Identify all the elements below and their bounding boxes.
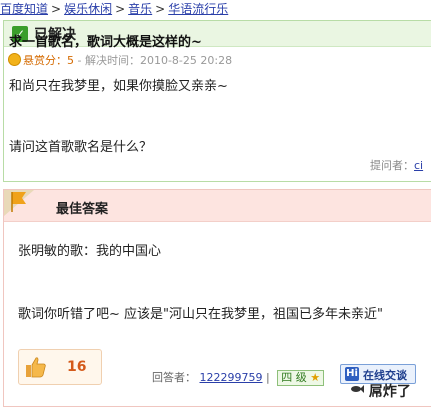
breadcrumb-link-entertainment[interactable]: 娱乐休闲: [64, 2, 112, 16]
answerer-link[interactable]: 122299759: [200, 371, 263, 384]
answer-line2: 歌词你听错了吧~ 应该是"河山只在我梦里，祖国已多年未亲近": [18, 307, 383, 322]
watermark-text: 屌炸了: [368, 384, 411, 400]
like-button[interactable]: 16: [18, 349, 102, 385]
question-body-line2: 请问这首歌歌名是什么？: [9, 140, 153, 155]
star-icon: ★: [310, 371, 321, 384]
resolve-time: - 解决时间：2010-8-25 20:28: [77, 54, 233, 67]
breadcrumb-separator: >: [51, 2, 62, 16]
coin-icon: [8, 53, 21, 66]
level-separator: |: [266, 371, 270, 384]
breadcrumb-link-baidu-zhidao[interactable]: 百度知道: [0, 2, 48, 16]
answer-line1: 张明敏的歌：我的中国心: [18, 244, 162, 259]
breadcrumb-separator: >: [155, 2, 166, 16]
best-answer-title: 最佳答案: [56, 202, 109, 217]
question-body-line1: 和尚只在我梦里，如果你摸脸又亲亲~: [9, 79, 228, 94]
answerer-label: 回答者：: [152, 371, 196, 384]
question-meta: 悬赏分：5 - 解决时间：2010-8-25 20:28: [8, 52, 232, 68]
asker-label: 提问者：: [370, 159, 414, 172]
breadcrumb-separator: >: [115, 2, 126, 16]
flag-icon: [4, 190, 34, 216]
like-count: 16: [67, 359, 87, 375]
best-answer-header: 最佳答案: [4, 190, 431, 222]
asker-info: 提问者：ci: [370, 157, 423, 173]
watermark-logo-icon: [351, 385, 364, 393]
question-title: 求一首歌名，歌词大概是这样的~: [9, 35, 202, 50]
breadcrumb: 百度知道 > 娱乐休闲 > 音乐 > 华语流行乐: [0, 0, 228, 18]
baidu-hi-icon: Hi: [345, 367, 359, 381]
thumbs-up-icon: [26, 357, 46, 378]
answerer-info: 回答者： 122299759 | 四 级 ★: [152, 369, 325, 386]
level-badge: 四 级 ★: [277, 370, 325, 386]
bounty-label: 悬赏分：5: [23, 54, 74, 67]
watermark: 屌炸了: [350, 381, 411, 401]
breadcrumb-link-chinese-pop[interactable]: 华语流行乐: [168, 2, 228, 16]
level-label: 四 级: [281, 371, 307, 384]
asker-link[interactable]: ci: [414, 159, 423, 172]
breadcrumb-link-music[interactable]: 音乐: [128, 2, 152, 16]
